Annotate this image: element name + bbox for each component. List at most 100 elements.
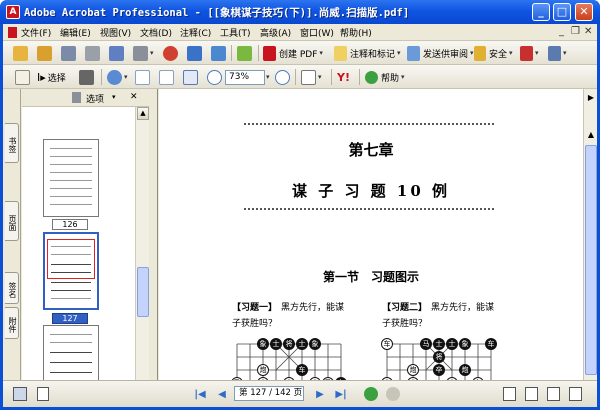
email-icon[interactable] bbox=[109, 45, 124, 61]
document-view[interactable]: 第七章 谋 子 习 题 10 例 第一节 习题图示 【习题一】 黑方先行，能谋 子… bbox=[159, 89, 583, 402]
menu-advanced[interactable]: 高级(A) bbox=[260, 26, 291, 39]
tab-pages[interactable]: 页面 bbox=[5, 201, 19, 241]
options-dropdown-icon[interactable]: ▾ bbox=[112, 93, 116, 101]
page-label-selected[interactable]: 127 bbox=[52, 313, 88, 324]
navigation-tabs: 书签 页面 签名 附件 bbox=[3, 89, 21, 402]
forms-icon[interactable]: ▾ bbox=[548, 45, 567, 61]
hand-tool-icon[interactable] bbox=[15, 69, 30, 85]
actual-size-icon[interactable] bbox=[135, 69, 150, 85]
next-page-icon[interactable]: ▶ bbox=[313, 388, 327, 401]
search-web-icon[interactable] bbox=[187, 45, 202, 61]
comment-markup-button[interactable]: 注释和标记 ▾ bbox=[334, 45, 401, 61]
go-forward-icon[interactable] bbox=[386, 387, 400, 401]
sign-icon[interactable]: ▾ bbox=[520, 45, 539, 61]
zoom-out-icon[interactable] bbox=[207, 69, 222, 85]
rotate-icon[interactable]: ▾ bbox=[301, 69, 322, 85]
fit-width-icon[interactable] bbox=[183, 69, 198, 85]
last-page-icon[interactable]: ▶| bbox=[334, 388, 348, 401]
zoom-in-icon[interactable] bbox=[275, 69, 290, 85]
chess-piece: 车 bbox=[381, 338, 393, 350]
pages-panel-header: 选项 ▾ ✕ bbox=[22, 89, 149, 107]
menu-view[interactable]: 视图(V) bbox=[100, 26, 131, 39]
single-page-icon[interactable] bbox=[503, 387, 516, 401]
app-window: A Adobe Acrobat Professional - [[象棋谋子技巧(… bbox=[0, 0, 600, 410]
scroll-thumb[interactable] bbox=[585, 145, 597, 375]
scroll-thumb[interactable] bbox=[137, 267, 149, 317]
create-pdf-label: 创建 PDF bbox=[279, 49, 318, 60]
web-capture-icon[interactable] bbox=[163, 45, 178, 61]
zoom-value[interactable]: 73% bbox=[225, 69, 265, 85]
continuous-facing-icon[interactable] bbox=[569, 387, 582, 401]
minimize-button[interactable]: _ bbox=[532, 3, 550, 21]
menu-tools[interactable]: 工具(T) bbox=[220, 26, 251, 39]
page-thumbnail[interactable] bbox=[43, 139, 99, 217]
delete-page-icon[interactable] bbox=[72, 92, 81, 103]
print-icon[interactable] bbox=[85, 45, 100, 61]
menu-bar: 文件(F) 编辑(E) 视图(V) 文档(D) 注释(C) 工具(T) 高级(A… bbox=[3, 24, 597, 41]
first-page-icon[interactable]: |◀ bbox=[193, 388, 207, 401]
organizer-icon[interactable] bbox=[37, 45, 52, 61]
options-menu[interactable]: 选项 bbox=[86, 92, 104, 105]
scroll-up-icon[interactable]: ▲ bbox=[585, 129, 597, 142]
close-button[interactable]: ✕ bbox=[575, 3, 593, 21]
continuous-icon[interactable] bbox=[525, 387, 538, 401]
view-rectangle[interactable] bbox=[47, 239, 95, 279]
chess-piece: 士 bbox=[446, 338, 458, 350]
menu-document[interactable]: 文档(D) bbox=[140, 26, 172, 39]
divider bbox=[244, 208, 494, 210]
section-title: 第一节 习题图示 bbox=[322, 270, 419, 284]
help-button[interactable]: 帮助 ▾ bbox=[365, 69, 405, 85]
menu-comments[interactable]: 注释(C) bbox=[180, 26, 211, 39]
doc-restore-icon[interactable]: ❐ bbox=[571, 26, 580, 37]
maximize-button[interactable]: □ bbox=[553, 3, 571, 21]
page-icon[interactable] bbox=[37, 387, 49, 401]
chess-piece: 车 bbox=[485, 338, 497, 350]
cursor-icon: I▸ bbox=[37, 70, 46, 84]
document-icon bbox=[8, 27, 17, 38]
attach-icon[interactable]: ▾ bbox=[133, 45, 154, 61]
tab-attachments[interactable]: 附件 bbox=[5, 307, 19, 339]
client-area: 文件(F) 编辑(E) 视图(V) 文档(D) 注释(C) 工具(T) 高级(A… bbox=[3, 24, 597, 407]
open-icon[interactable] bbox=[13, 45, 28, 61]
chess-piece: 炮 bbox=[459, 364, 471, 376]
find-icon[interactable] bbox=[211, 45, 226, 61]
secure-button[interactable]: 安全 ▾ bbox=[474, 45, 513, 61]
panel-close-icon[interactable]: ✕ bbox=[130, 92, 138, 102]
menu-window[interactable]: 窗口(W) bbox=[300, 26, 334, 39]
fit-page-icon[interactable] bbox=[159, 69, 174, 85]
panel-toggle-icon[interactable] bbox=[13, 387, 27, 401]
chess-piece: 士 bbox=[270, 338, 282, 350]
chess-piece: 车 bbox=[296, 364, 308, 376]
page-number-field[interactable]: 第 127 / 142 页 bbox=[234, 386, 304, 401]
pages-scrollbar[interactable]: ▲ ▼ bbox=[135, 107, 149, 402]
send-review-icon bbox=[407, 45, 420, 61]
facing-icon[interactable] bbox=[547, 387, 560, 401]
select-tool-button[interactable]: I▸ 选择 bbox=[37, 69, 66, 85]
lock-icon bbox=[474, 45, 486, 61]
create-pdf-button[interactable]: 创建 PDF ▾ bbox=[263, 45, 323, 61]
menu-file[interactable]: 文件(F) bbox=[21, 26, 51, 39]
menu-help[interactable]: 帮助(H) bbox=[340, 26, 372, 39]
tab-signatures[interactable]: 签名 bbox=[5, 272, 19, 304]
save-icon[interactable] bbox=[61, 45, 76, 61]
zoom-select[interactable]: 73% ▾ bbox=[225, 69, 270, 85]
zoom-tool-icon[interactable]: ▾ bbox=[107, 69, 128, 85]
menu-edit[interactable]: 编辑(E) bbox=[60, 26, 91, 39]
snapshot-icon[interactable] bbox=[79, 69, 94, 85]
title-bar[interactable]: A Adobe Acrobat Professional - [[象棋谋子技巧(… bbox=[0, 0, 600, 24]
previous-page-icon[interactable]: ◀ bbox=[215, 388, 229, 401]
panel-splitter[interactable] bbox=[150, 89, 158, 402]
document-scrollbar[interactable]: ▶ ▲ ▼ bbox=[583, 89, 597, 402]
yahoo-toolbar-icon[interactable]: Y! bbox=[337, 69, 350, 85]
page-thumbnail-selected[interactable] bbox=[43, 232, 99, 310]
send-review-button[interactable]: 发送供审阅 ▾ bbox=[407, 45, 474, 61]
flash-icon[interactable] bbox=[237, 45, 252, 61]
chess-piece: 士 bbox=[296, 338, 308, 350]
page-label[interactable]: 126 bbox=[52, 219, 88, 230]
tab-bookmarks[interactable]: 书签 bbox=[5, 123, 19, 163]
doc-close-icon[interactable]: ✕ bbox=[584, 26, 592, 37]
doc-minimize-icon[interactable]: _ bbox=[559, 26, 564, 37]
scroll-right-icon[interactable]: ▶ bbox=[585, 92, 597, 105]
scroll-up-icon[interactable]: ▲ bbox=[137, 107, 149, 120]
go-back-icon[interactable] bbox=[364, 387, 378, 401]
